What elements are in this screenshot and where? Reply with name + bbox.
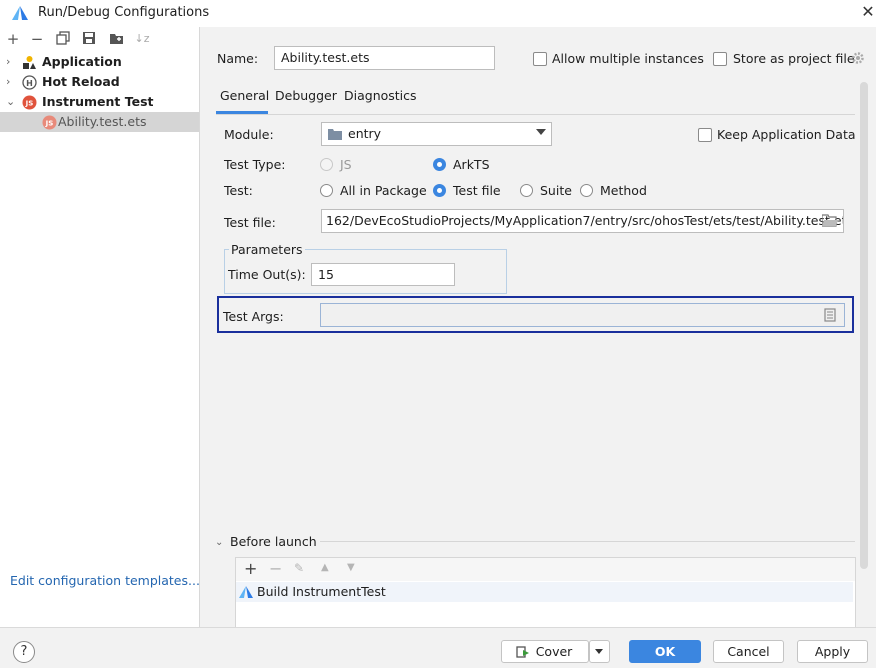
test-method-radio[interactable] xyxy=(580,184,593,197)
gear-icon[interactable] xyxy=(851,51,865,65)
module-folder-icon xyxy=(328,129,342,140)
save-icon[interactable] xyxy=(81,31,97,47)
copy-icon[interactable] xyxy=(55,31,71,47)
test-file-label: Test file: xyxy=(224,215,276,230)
tree-label: Ability.test.ets xyxy=(58,114,147,129)
chevron-down-icon[interactable]: ⌄ xyxy=(6,92,16,112)
sort-icon[interactable]: ↓z xyxy=(134,31,150,47)
chevron-right-icon[interactable]: › xyxy=(6,52,16,72)
expand-text-icon[interactable] xyxy=(824,308,836,322)
collapse-chevron-icon[interactable]: ⌄ xyxy=(215,537,223,548)
list-item[interactable]: Build InstrumentTest xyxy=(236,582,853,602)
test-type-js-label: JS xyxy=(340,157,352,172)
ok-button[interactable]: OK xyxy=(629,640,701,663)
test-method-label: Method xyxy=(600,183,647,198)
test-type-label: Test Type: xyxy=(224,157,286,172)
tree-item-instrument-test[interactable]: ⌄ JS Instrument Test xyxy=(0,92,199,112)
close-icon[interactable]: ✕ xyxy=(859,3,876,21)
edit-templates-link[interactable]: Edit configuration templates... xyxy=(10,573,200,588)
move-up-icon[interactable]: ▲ xyxy=(321,562,329,573)
module-select[interactable]: entry xyxy=(321,122,552,146)
keep-data-checkbox[interactable] xyxy=(698,128,712,142)
move-to-folder-icon[interactable] xyxy=(108,31,124,47)
parameters-title: Parameters xyxy=(229,242,305,257)
timeout-input[interactable]: 15 xyxy=(311,263,455,286)
remove-icon[interactable]: − xyxy=(269,559,282,578)
before-launch-toolbar: + − ✎ ▲ ▼ xyxy=(235,557,856,582)
tree-label: Instrument Test xyxy=(42,94,154,109)
scrollbar[interactable] xyxy=(860,82,868,569)
application-icon xyxy=(23,56,36,69)
tree-item-ability-test[interactable]: JS Ability.test.ets xyxy=(0,112,199,132)
name-label: Name: xyxy=(217,51,259,66)
before-launch-item-label: Build InstrumentTest xyxy=(257,584,386,599)
chevron-right-icon[interactable]: › xyxy=(6,72,16,92)
test-file-value: 162/DevEcoStudioProjects/MyApplication7/… xyxy=(326,213,844,228)
timeout-label: Time Out(s): xyxy=(228,267,306,282)
allow-multiple-label: Allow multiple instances xyxy=(552,51,704,66)
browse-folder-icon[interactable] xyxy=(822,214,838,227)
tree-label: Application xyxy=(42,54,122,69)
allow-multiple-checkbox[interactable] xyxy=(533,52,547,66)
tab-divider xyxy=(216,114,855,115)
tab-general[interactable]: General xyxy=(220,88,269,103)
test-suite-label: Suite xyxy=(540,183,572,198)
test-args-input[interactable] xyxy=(320,303,845,327)
build-icon xyxy=(239,586,253,598)
cancel-button[interactable]: Cancel xyxy=(713,640,784,663)
name-input[interactable]: Ability.test.ets xyxy=(274,46,495,70)
test-args-label: Test Args: xyxy=(223,309,284,324)
test-file-radio[interactable] xyxy=(433,184,446,197)
apply-button[interactable]: Apply xyxy=(797,640,868,663)
hot-reload-icon: H xyxy=(22,75,37,90)
module-label: Module: xyxy=(224,127,274,142)
add-icon[interactable]: + xyxy=(244,559,257,578)
before-launch-title[interactable]: Before launch xyxy=(230,534,317,549)
test-all-label: All in Package xyxy=(340,183,427,198)
tree-item-hot-reload[interactable]: › H Hot Reload xyxy=(0,72,199,92)
test-file-input[interactable]: 162/DevEcoStudioProjects/MyApplication7/… xyxy=(321,209,844,233)
tree-label: Hot Reload xyxy=(42,74,120,89)
deveco-logo-icon xyxy=(12,6,28,20)
chevron-down-icon xyxy=(595,649,603,654)
tab-debugger[interactable]: Debugger xyxy=(275,88,337,103)
test-type-arkts-label: ArkTS xyxy=(453,157,490,172)
tree-item-application[interactable]: › Application xyxy=(0,52,199,72)
help-button[interactable]: ? xyxy=(13,641,35,663)
svg-text:JS: JS xyxy=(25,100,34,108)
test-type-arkts-radio[interactable] xyxy=(433,158,446,171)
remove-icon[interactable]: − xyxy=(29,31,45,47)
svg-text:JS: JS xyxy=(45,120,54,128)
test-type-js-radio[interactable] xyxy=(320,158,333,171)
edit-icon[interactable]: ✎ xyxy=(294,561,304,575)
keep-data-label: Keep Application Data xyxy=(717,127,856,142)
tab-diagnostics[interactable]: Diagnostics xyxy=(344,88,417,103)
chevron-down-icon[interactable] xyxy=(536,129,546,135)
js-test-icon: JS xyxy=(22,95,37,110)
store-project-checkbox[interactable] xyxy=(713,52,727,66)
window-title: Run/Debug Configurations xyxy=(38,5,210,20)
module-value: entry xyxy=(348,126,382,141)
configurations-sidebar: + − ↓z › Application › H Hot Reload ⌄ JS… xyxy=(0,27,200,627)
store-project-label: Store as project file xyxy=(733,51,855,66)
test-all-radio[interactable] xyxy=(320,184,333,197)
cover-icon xyxy=(516,646,529,658)
cover-dropdown-button[interactable] xyxy=(589,640,610,663)
test-file-opt-label: Test file xyxy=(453,183,501,198)
move-down-icon[interactable]: ▼ xyxy=(347,562,355,573)
test-suite-radio[interactable] xyxy=(520,184,533,197)
add-icon[interactable]: + xyxy=(5,31,21,47)
js-test-icon: JS xyxy=(42,115,57,130)
before-launch-divider xyxy=(320,541,855,542)
cover-button[interactable]: Cover xyxy=(501,640,589,663)
test-label: Test: xyxy=(224,183,253,198)
svg-text:H: H xyxy=(26,79,33,88)
